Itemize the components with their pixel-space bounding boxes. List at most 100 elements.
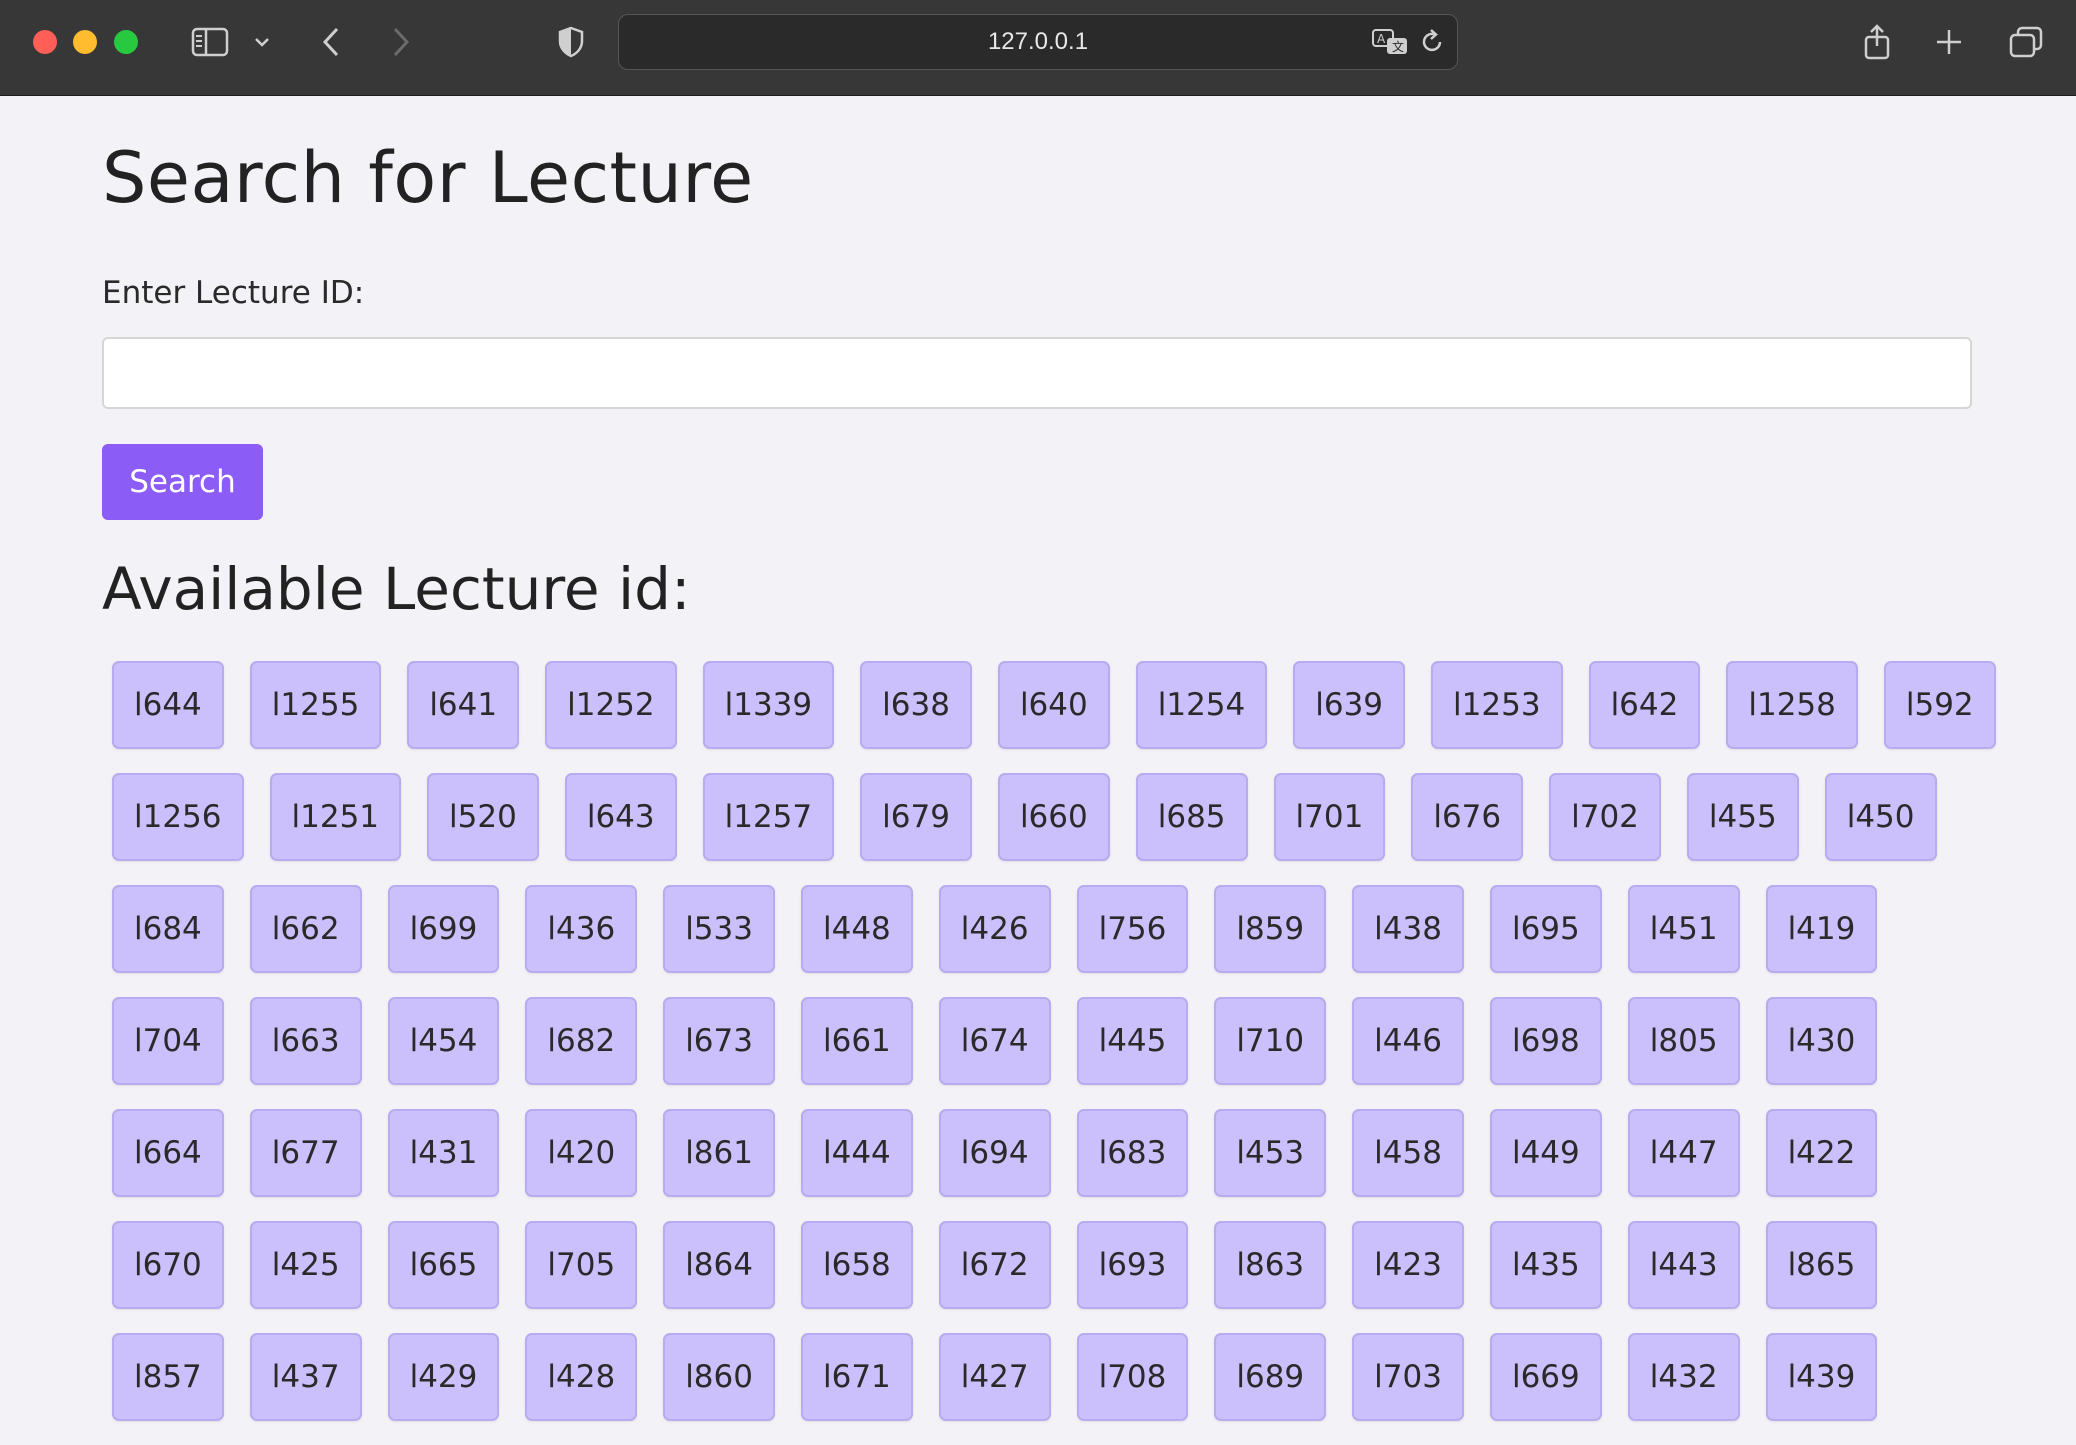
lecture-id-chip[interactable]: l673 [663,997,775,1085]
lecture-id-chip[interactable]: l444 [800,1109,913,1197]
lecture-id-chip[interactable]: l423 [1352,1221,1464,1309]
lecture-id-chip[interactable]: l458 [1352,1109,1464,1197]
lecture-id-chip[interactable]: l642 [1588,661,1701,749]
lecture-id-chip[interactable]: l663 [249,997,362,1085]
lecture-id-chip[interactable]: l695 [1489,885,1602,973]
lecture-id-chip[interactable]: l1255 [249,661,382,749]
search-button[interactable]: Search [102,444,263,520]
lecture-id-chip[interactable]: l693 [1076,1221,1189,1309]
lecture-id-chip[interactable]: l857 [112,1333,224,1421]
lecture-id-chip[interactable]: l669 [1489,1333,1602,1421]
lecture-id-chip[interactable]: l660 [997,773,1110,861]
lecture-id-chip[interactable]: l699 [387,885,500,973]
lecture-id-chip[interactable]: l439 [1765,1333,1878,1421]
lecture-id-chip[interactable]: l1258 [1726,661,1858,749]
lecture-id-chip[interactable]: l689 [1214,1333,1327,1421]
lecture-id-chip[interactable]: l455 [1686,773,1799,861]
lecture-id-chip[interactable]: l432 [1627,1333,1740,1421]
lecture-id-chip[interactable]: l705 [525,1221,638,1309]
lecture-id-chip[interactable]: l520 [427,773,539,861]
lecture-id-chip[interactable]: l449 [1489,1109,1602,1197]
lecture-id-chip[interactable]: l429 [387,1333,500,1421]
lecture-id-chip[interactable]: l662 [249,885,362,973]
lecture-id-chip[interactable]: l865 [1765,1221,1878,1309]
lecture-id-chip[interactable]: l592 [1883,661,1996,749]
sidebar-icon[interactable] [188,18,232,66]
lecture-id-chip[interactable]: l1257 [702,773,835,861]
lecture-id-chip[interactable]: l710 [1214,997,1327,1085]
lecture-id-chip[interactable]: l422 [1765,1109,1878,1197]
reload-icon[interactable] [1419,28,1445,60]
lecture-id-chip[interactable]: l708 [1076,1333,1189,1421]
lecture-id-chip[interactable]: l679 [860,773,972,861]
translate-icon[interactable]: A文 [1371,28,1409,60]
shield-icon[interactable] [555,18,587,66]
lecture-id-chip[interactable]: l641 [407,661,520,749]
lecture-id-chip[interactable]: l685 [1135,773,1248,861]
lecture-id-chip[interactable]: l454 [387,997,500,1085]
lecture-id-chip[interactable]: l446 [1352,997,1464,1085]
lecture-id-chip[interactable]: l703 [1352,1333,1464,1421]
lecture-id-chip[interactable]: l704 [112,997,224,1085]
lecture-id-chip[interactable]: l436 [525,885,638,973]
share-icon[interactable] [1860,18,1894,66]
lecture-id-chip[interactable]: l451 [1627,885,1740,973]
lecture-id-chip[interactable]: l677 [249,1109,362,1197]
lecture-id-chip[interactable]: l664 [112,1109,224,1197]
lecture-id-chip[interactable]: l756 [1076,885,1189,973]
lecture-id-chip[interactable]: l672 [938,1221,1051,1309]
lecture-id-chip[interactable]: l448 [800,885,913,973]
lecture-id-chip[interactable]: l864 [663,1221,775,1309]
lecture-id-chip[interactable]: l435 [1489,1221,1602,1309]
lecture-id-chip[interactable]: l1254 [1135,661,1268,749]
lecture-id-chip[interactable]: l698 [1489,997,1602,1085]
chevron-down-icon[interactable] [250,18,274,66]
lecture-id-chip[interactable]: l450 [1824,773,1937,861]
lecture-id-input[interactable] [102,337,1972,409]
lecture-id-chip[interactable]: l443 [1627,1221,1740,1309]
lecture-id-chip[interactable]: l863 [1214,1221,1327,1309]
lecture-id-chip[interactable]: l1252 [545,661,677,749]
lecture-id-chip[interactable]: l1339 [702,661,835,749]
lecture-id-chip[interactable]: l694 [938,1109,1051,1197]
lecture-id-chip[interactable]: l640 [997,661,1110,749]
lecture-id-chip[interactable]: l445 [1076,997,1189,1085]
lecture-id-chip[interactable]: l661 [800,997,913,1085]
lecture-id-chip[interactable]: l453 [1214,1109,1327,1197]
lecture-id-chip[interactable]: l860 [663,1333,775,1421]
lecture-id-chip[interactable]: l859 [1214,885,1327,973]
lecture-id-chip[interactable]: l643 [564,773,677,861]
lecture-id-chip[interactable]: l639 [1293,661,1406,749]
minimize-window-button[interactable] [73,30,97,54]
lecture-id-chip[interactable]: l665 [387,1221,500,1309]
lecture-id-chip[interactable]: l438 [1352,885,1464,973]
lecture-id-chip[interactable]: l430 [1765,997,1878,1085]
zoom-window-button[interactable] [114,30,138,54]
back-icon[interactable] [316,18,346,66]
lecture-id-chip[interactable]: l684 [112,885,224,973]
lecture-id-chip[interactable]: l861 [663,1109,775,1197]
forward-icon[interactable] [386,18,416,66]
lecture-id-chip[interactable]: l427 [938,1333,1051,1421]
lecture-id-chip[interactable]: l428 [525,1333,638,1421]
lecture-id-chip[interactable]: l431 [387,1109,500,1197]
lecture-id-chip[interactable]: l420 [525,1109,638,1197]
lecture-id-chip[interactable]: l533 [663,885,775,973]
lecture-id-chip[interactable]: l1251 [269,773,402,861]
lecture-id-chip[interactable]: l425 [249,1221,362,1309]
new-tab-icon[interactable] [1933,18,1965,66]
lecture-id-chip[interactable]: l674 [938,997,1051,1085]
lecture-id-chip[interactable]: l447 [1627,1109,1740,1197]
address-bar[interactable]: 127.0.0.1 A文 [618,14,1458,70]
lecture-id-chip[interactable]: l676 [1411,773,1524,861]
lecture-id-chip[interactable]: l1256 [112,773,244,861]
lecture-id-chip[interactable]: l682 [525,997,638,1085]
close-window-button[interactable] [33,30,57,54]
lecture-id-chip[interactable]: l419 [1765,885,1878,973]
lecture-id-chip[interactable]: l658 [800,1221,913,1309]
lecture-id-chip[interactable]: l638 [860,661,972,749]
tabs-overview-icon[interactable] [2008,18,2044,66]
lecture-id-chip[interactable]: l670 [112,1221,224,1309]
lecture-id-chip[interactable]: l671 [800,1333,913,1421]
lecture-id-chip[interactable]: l426 [938,885,1051,973]
